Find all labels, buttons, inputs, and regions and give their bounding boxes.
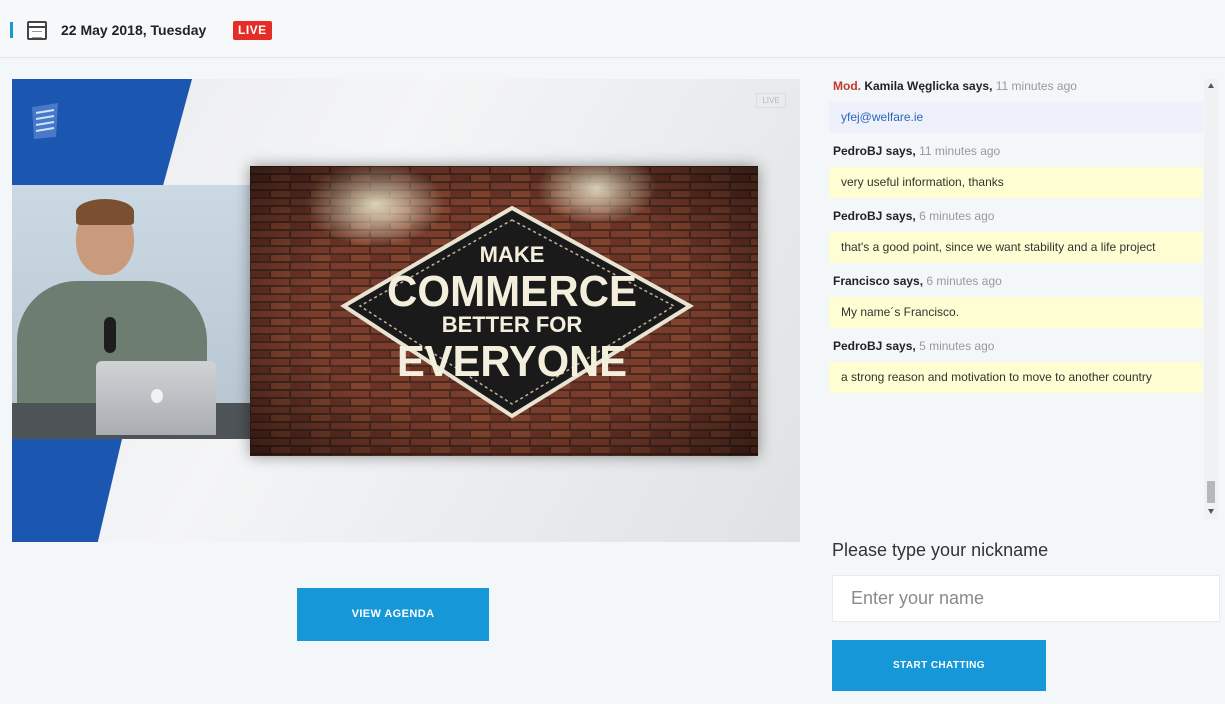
nickname-label: Please type your nickname [832,540,1049,560]
scrollbar-thumb[interactable] [1207,481,1215,503]
chat-feed[interactable]: Mod. Kamila Węglicka says, 11 minutes ag… [829,72,1203,520]
message-time: 5 minutes ago [919,339,995,353]
message-text: very useful information, thanks [829,167,1203,198]
message-text: that's a good point, since we want stabi… [829,232,1203,263]
scroll-down-arrow-icon[interactable] [1208,509,1214,514]
message-header: PedroBJ says, 6 minutes ago [829,202,1203,230]
nickname-input[interactable] [832,575,1220,622]
message-time: 6 minutes ago [926,274,1002,288]
message-text: My name´s Francisco. [829,297,1203,328]
message-time: 6 minutes ago [919,209,995,223]
slide-line-2: COMMERCE [387,267,637,316]
apple-logo-icon [151,389,163,403]
chat-message: Mod. Kamila Węglicka says, 11 minutes ag… [829,72,1203,133]
presenter-hair [76,199,134,225]
presenter-camera [12,185,250,439]
chat-message: PedroBJ says, 11 minutes ago very useful… [829,137,1203,198]
video-player[interactable]: MAKE COMMERCE BETTER FOR EVERYONE LIVE [12,79,800,542]
moderator-tag: Mod. [833,79,861,93]
slide-line-3: BETTER FOR [442,312,583,337]
message-author: PedroBJ says, [833,209,916,223]
video-live-mark: LIVE [756,93,786,108]
slide-line-1: MAKE [480,242,545,267]
presentation-slide: MAKE COMMERCE BETTER FOR EVERYONE [250,166,758,456]
message-header: PedroBJ says, 11 minutes ago [829,137,1203,165]
video-blue-shape-bottom [12,439,122,542]
view-agenda-button[interactable]: VIEW AGENDA [297,588,489,641]
message-text: yfej@welfare.ie [829,102,1203,133]
message-author: Kamila Węglicka says, [864,79,993,93]
chat-message: PedroBJ says, 6 minutes ago that's a goo… [829,202,1203,263]
top-bar: 22 May 2018, Tuesday LIVE [0,0,1225,58]
live-badge: LIVE [233,21,272,40]
scroll-up-arrow-icon[interactable] [1208,83,1214,88]
chat-message: PedroBJ says, 5 minutes ago a strong rea… [829,332,1203,393]
message-header: Francisco says, 6 minutes ago [829,267,1203,295]
event-date: 22 May 2018, Tuesday [61,22,207,38]
laptop [96,361,216,435]
message-text: a strong reason and motivation to move t… [829,362,1203,393]
chat-message: Francisco says, 6 minutes ago My name´s … [829,267,1203,328]
brand-logo-icon [32,103,58,139]
message-author: PedroBJ says, [833,144,916,158]
calendar-icon [27,21,47,40]
message-author: PedroBJ says, [833,339,916,353]
message-header: PedroBJ says, 5 minutes ago [829,332,1203,360]
header-accent-bar [10,22,13,38]
message-time: 11 minutes ago [995,79,1077,93]
start-chatting-button[interactable]: START CHATTING [832,640,1046,691]
message-time: 11 minutes ago [919,144,1001,158]
message-header: Mod. Kamila Węglicka says, 11 minutes ag… [829,72,1203,100]
slide-line-4: EVERYONE [397,337,627,386]
chat-scrollbar[interactable] [1204,79,1218,519]
microphone-icon [104,317,116,353]
message-author: Francisco says, [833,274,924,288]
